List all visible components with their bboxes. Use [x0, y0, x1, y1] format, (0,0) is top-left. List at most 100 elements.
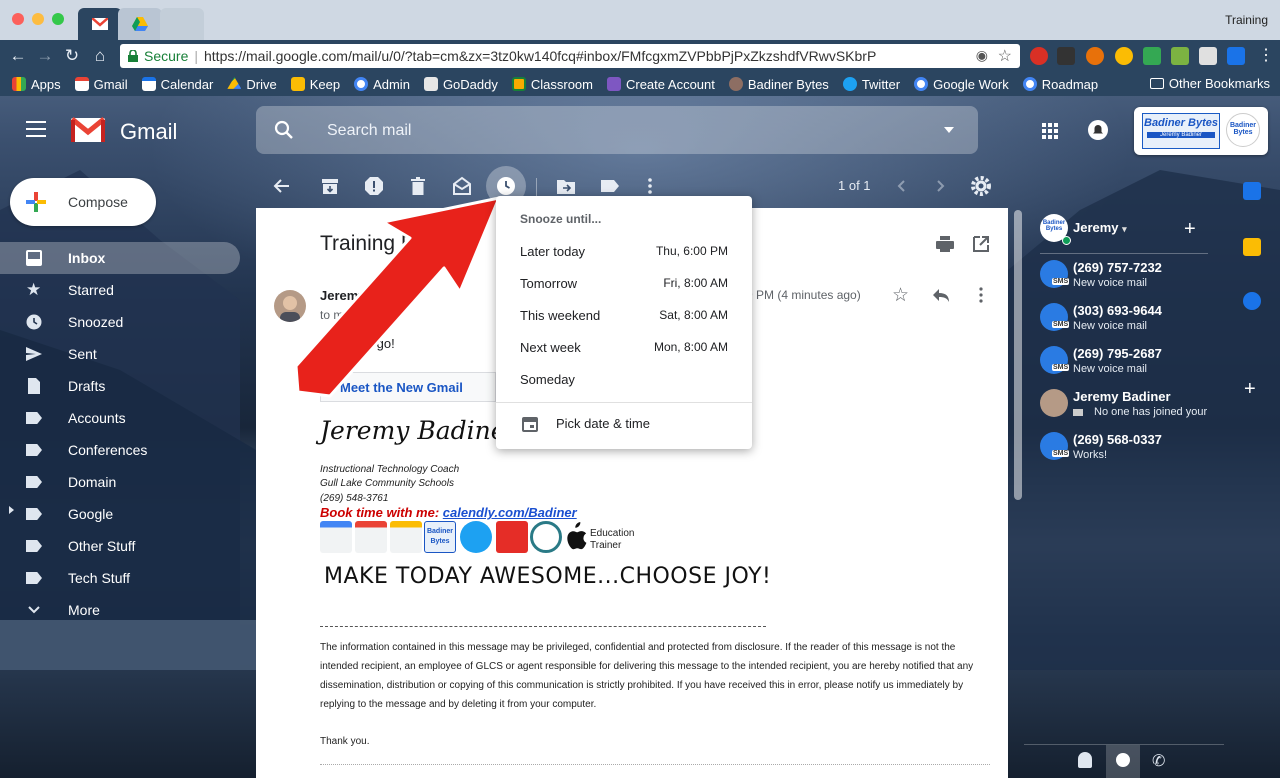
sidebar-item-starred[interactable]: ★ Starred [0, 274, 240, 306]
url-text[interactable]: https://mail.google.com/mail/u/0/?tab=cm… [204, 48, 876, 64]
emoji-extension-icon[interactable] [1115, 47, 1133, 65]
sidebar-item-more[interactable]: More [0, 594, 240, 626]
message-scrollbar[interactable] [1014, 210, 1022, 500]
newer-chevron-left-icon[interactable] [892, 176, 912, 196]
keep-addon-icon[interactable] [1243, 238, 1261, 256]
move-to-icon[interactable] [556, 176, 576, 196]
open-in-new-window-icon[interactable] [972, 235, 990, 253]
notifications-bell-icon[interactable] [1088, 120, 1108, 140]
report-spam-icon[interactable] [364, 176, 384, 196]
search-options-dropdown-icon[interactable] [944, 127, 954, 133]
bookmark-create-account[interactable]: Create Account [606, 77, 715, 92]
sidebar-item-google[interactable]: Google [0, 498, 240, 530]
gmail-logo-icon[interactable] [70, 116, 106, 144]
hangouts-my-name[interactable]: Jeremy ▾ [1073, 220, 1127, 235]
bookmark-godaddy[interactable]: GoDaddy [423, 77, 498, 92]
sidebar-item-other-stuff[interactable]: Other Stuff [0, 530, 240, 562]
account-brand-badge[interactable]: Badiner Bytes Jeremy Badiner Badiner Byt… [1134, 107, 1268, 155]
certified-trainer-badge[interactable] [320, 521, 352, 553]
snooze-option-next-week[interactable]: Next week Mon, 8:00 AM [496, 332, 752, 364]
bookmark-admin[interactable]: Admin [354, 77, 410, 92]
extension-gray-icon[interactable] [1199, 47, 1217, 65]
browser-profile-name[interactable]: Training [1225, 13, 1268, 27]
bookmark-apps[interactable]: Apps [12, 77, 61, 92]
hangouts-tab[interactable] [1106, 745, 1140, 778]
sidebar-item-conferences[interactable]: Conferences [0, 434, 240, 466]
contacts-person-icon[interactable] [1078, 752, 1092, 768]
sidebar-item-inbox[interactable]: Inbox [0, 242, 240, 274]
extension-blue-icon[interactable] [1227, 47, 1245, 65]
tab-gmail[interactable] [78, 8, 122, 40]
settings-gear-icon[interactable] [971, 176, 991, 196]
other-bookmarks-folder[interactable]: Other Bookmarks [1149, 76, 1270, 91]
tab-new[interactable] [160, 8, 204, 40]
more-options-icon[interactable] [640, 176, 660, 196]
search-icon[interactable] [274, 120, 294, 140]
bookmark-google-work[interactable]: Google Work [914, 77, 1009, 92]
hangouts-chat-item[interactable]: SMS (269) 568-0337 Works! [1040, 432, 1240, 474]
account-avatar[interactable]: Badiner Bytes [1226, 113, 1260, 147]
snooze-option-later-today[interactable]: Later today Thu, 6:00 PM [496, 236, 752, 268]
search-bar[interactable]: Search mail [256, 106, 978, 154]
calendly-link[interactable]: calendly.com/Badiner [443, 505, 577, 520]
reply-icon[interactable] [932, 288, 950, 302]
sender-name[interactable]: Jeremy B [320, 288, 379, 303]
hangouts-chat-item[interactable]: Jeremy Badiner No one has joined your [1040, 389, 1240, 431]
reload-icon[interactable]: ↻ [62, 46, 82, 66]
sidebar-item-domain[interactable]: Domain [0, 466, 240, 498]
sidebar-item-snoozed[interactable]: Snoozed [0, 306, 240, 338]
ideen-badge-icon[interactable] [530, 521, 562, 553]
extension-orange-icon[interactable] [1086, 47, 1104, 65]
extension-red-icon[interactable] [1030, 47, 1048, 65]
bookmark-gmail[interactable]: Gmail [74, 77, 128, 92]
bookmark-calendar[interactable]: Calendar [141, 77, 213, 92]
get-addons-plus-icon[interactable]: + [1244, 378, 1256, 401]
bookmark-star-icon[interactable]: ☆ [998, 46, 1012, 66]
calendar-addon-icon[interactable] [1243, 182, 1261, 200]
extension-green-icon[interactable] [1143, 47, 1161, 65]
expand-arrow-icon[interactable] [9, 506, 14, 514]
badiner-bytes-badge[interactable]: Badiner Bytes [424, 521, 456, 553]
delete-trash-icon[interactable] [408, 176, 428, 196]
print-icon[interactable] [936, 236, 954, 252]
sidebar-item-sent[interactable]: Sent [0, 338, 240, 370]
back-arrow-icon[interactable]: ← [8, 46, 28, 66]
bookmark-roadmap[interactable]: Roadmap [1022, 77, 1098, 92]
compose-button[interactable]: Compose [10, 178, 156, 226]
youtube-badge-icon[interactable] [496, 521, 528, 553]
hangouts-chat-item[interactable]: SMS (303) 693-9644 New voice mail [1040, 303, 1240, 345]
forward-arrow-icon[interactable]: → [35, 46, 55, 66]
archive-icon[interactable] [320, 176, 340, 196]
recipient-details[interactable]: to me ▾ [320, 308, 358, 322]
chrome-menu-icon[interactable]: ⋮ [1258, 45, 1274, 65]
search-input[interactable]: Search mail [327, 122, 411, 140]
certified-educator-badge[interactable] [390, 521, 422, 553]
main-menu-icon[interactable] [26, 121, 46, 137]
sidebar-item-tech-stuff[interactable]: Tech Stuff [0, 562, 240, 594]
classroom-extension-icon[interactable] [1171, 47, 1189, 65]
close-window-button[interactable] [12, 13, 24, 25]
tab-drive[interactable] [118, 8, 162, 40]
older-chevron-right-icon[interactable] [930, 176, 950, 196]
bookmark-keep[interactable]: Keep [290, 77, 340, 92]
sidebar-item-accounts[interactable]: Accounts [0, 402, 240, 434]
certified-innovator-badge[interactable] [355, 521, 387, 553]
zoom-window-button[interactable] [52, 13, 64, 25]
snooze-pick-date-time[interactable]: Pick date & time [496, 410, 752, 440]
bookmark-badiner-bytes[interactable]: Badiner Bytes [728, 77, 829, 92]
view-site-info-icon[interactable]: ◉ [976, 47, 988, 64]
mark-as-unread-icon[interactable] [452, 176, 472, 196]
snooze-option-tomorrow[interactable]: Tomorrow Fri, 8:00 AM [496, 268, 752, 300]
address-bar[interactable]: Secure | https://mail.google.com/mail/u/… [120, 44, 1020, 68]
meet-new-gmail-link[interactable]: Meet the New Gmail [340, 380, 463, 395]
bookmark-twitter[interactable]: Twitter [842, 77, 900, 92]
snooze-option-this-weekend[interactable]: This weekend Sat, 8:00 AM [496, 300, 752, 332]
home-icon[interactable]: ⌂ [90, 46, 110, 66]
qr-code-extension-icon[interactable] [1057, 47, 1075, 65]
google-apps-icon[interactable] [1042, 123, 1058, 139]
bookmark-drive[interactable]: Drive [227, 77, 277, 92]
tasks-addon-icon[interactable] [1243, 292, 1261, 310]
sidebar-item-drafts[interactable]: Drafts [0, 370, 240, 402]
snooze-option-someday[interactable]: Someday [496, 364, 752, 396]
star-message-icon[interactable]: ☆ [892, 284, 909, 307]
